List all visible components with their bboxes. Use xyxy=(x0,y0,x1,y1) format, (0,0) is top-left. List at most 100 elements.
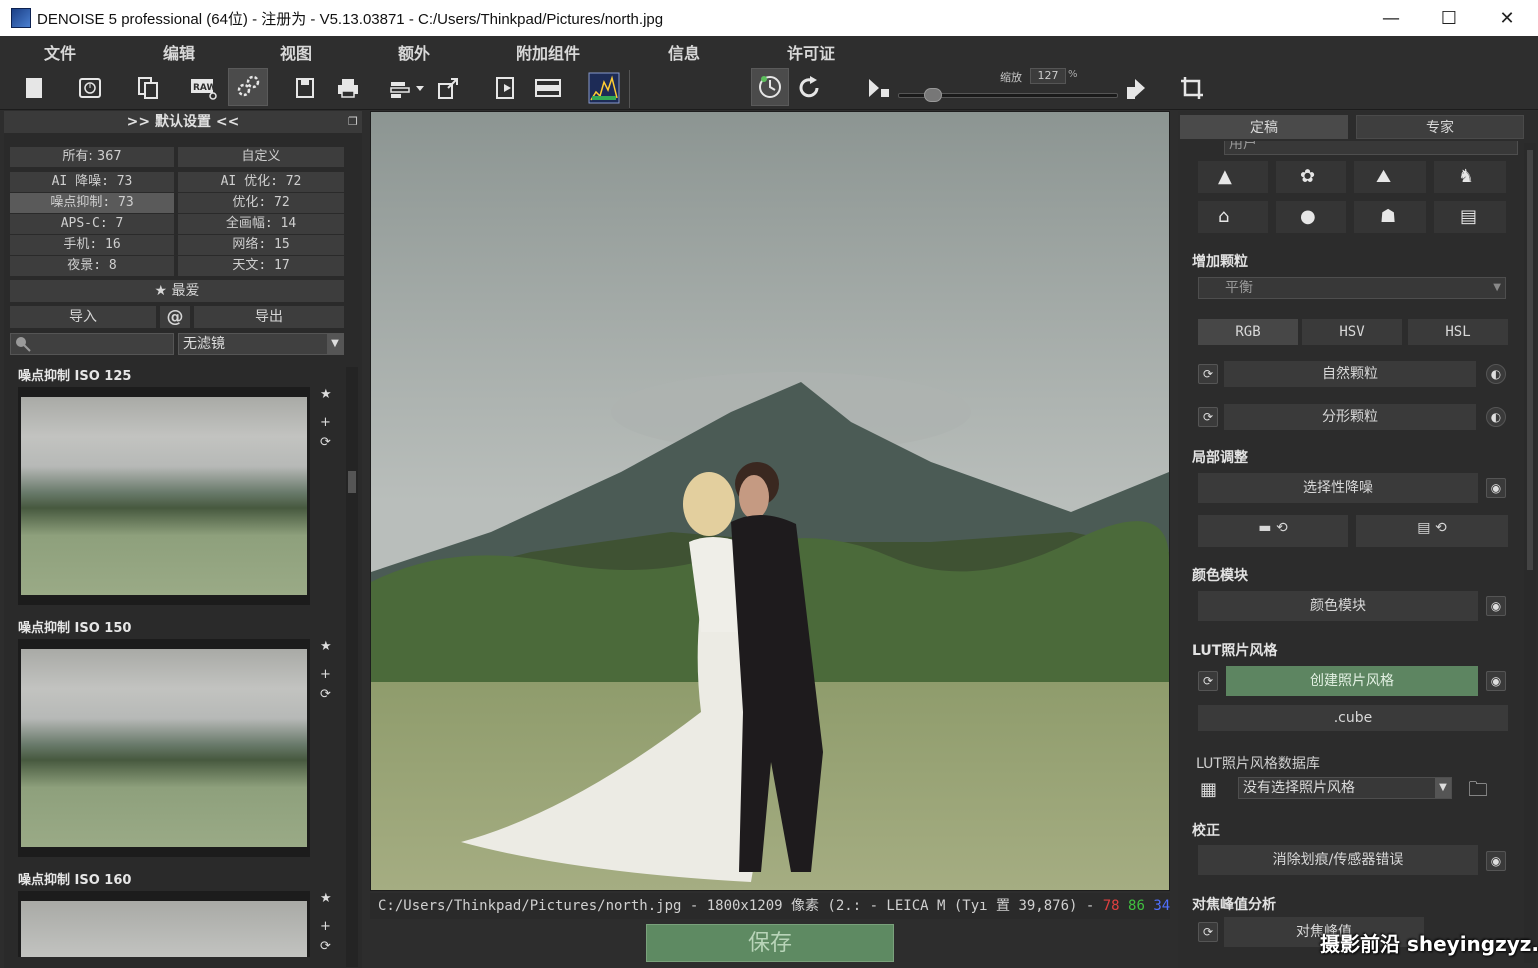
batch-icon[interactable] xyxy=(132,72,164,104)
category-night[interactable]: 夜景: 8 xyxy=(10,256,174,276)
save-as-icon[interactable] xyxy=(490,72,522,104)
menu-addons[interactable]: 附加组件 xyxy=(516,40,580,64)
image-viewer[interactable] xyxy=(370,111,1170,891)
reset-icon[interactable]: ⟳ xyxy=(1198,407,1218,427)
new-file-icon[interactable] xyxy=(18,72,50,104)
category-web[interactable]: 网络: 15 xyxy=(178,235,344,255)
refresh-icon[interactable]: ⟳ xyxy=(320,939,331,954)
tab-finalize[interactable]: 定稿 xyxy=(1180,115,1348,139)
histogram-icon[interactable] xyxy=(588,72,620,104)
category-aps-c[interactable]: APS-C: 7 xyxy=(10,214,174,234)
redo-icon[interactable] xyxy=(794,72,826,104)
settings-gear-icon[interactable] xyxy=(228,68,268,106)
grain-preset-select[interactable]: 平衡 ▼ xyxy=(1198,277,1506,299)
star-icon[interactable]: ★ xyxy=(320,639,332,654)
category-noise-suppression[interactable]: 噪点抑制: 73 xyxy=(10,193,174,213)
toggle-icon[interactable]: ◐ xyxy=(1486,407,1506,427)
category-full-frame[interactable]: 全画幅: 14 xyxy=(178,214,344,234)
create-style-button[interactable]: 创建照片风格 xyxy=(1226,666,1478,696)
preset-search-input[interactable] xyxy=(10,333,174,355)
folder-icon[interactable]: 🗀 xyxy=(1468,775,1488,809)
settings-icon[interactable]: ◉ xyxy=(1486,478,1506,498)
fractal-grain-button[interactable]: 分形颗粒 xyxy=(1224,404,1476,430)
menu-license[interactable]: 许可证 xyxy=(787,40,835,64)
grain-mode-hsl[interactable]: HSL xyxy=(1408,319,1508,345)
add-icon[interactable]: + xyxy=(320,919,331,934)
history-icon[interactable] xyxy=(74,72,106,104)
gradient-left-button[interactable]: ▬ ⟲ xyxy=(1198,515,1348,547)
zoom-out-icon[interactable] xyxy=(862,72,894,104)
toggle-icon[interactable]: ◐ xyxy=(1486,364,1506,384)
category-optimize[interactable]: 优化: 72 xyxy=(178,193,344,213)
adjustment-scrollbar-thumb[interactable] xyxy=(1527,150,1533,570)
add-icon[interactable]: + xyxy=(320,667,331,682)
zoom-slider-thumb[interactable] xyxy=(924,88,942,102)
settings-icon[interactable]: ◉ xyxy=(1486,851,1506,871)
preset-thumbnail[interactable] xyxy=(18,891,310,957)
preset-mountain-button[interactable]: ⛰ xyxy=(1354,161,1426,193)
menu-view[interactable]: 视图 xyxy=(280,40,312,64)
import-button[interactable]: 导入 xyxy=(10,306,156,328)
color-module-button[interactable]: 颜色模块 xyxy=(1198,591,1478,621)
refresh-icon[interactable]: ⟳ xyxy=(320,435,331,450)
settings-icon[interactable]: ◉ xyxy=(1486,596,1506,616)
compare-icon[interactable] xyxy=(532,72,564,104)
reset-icon[interactable]: ⟳ xyxy=(1198,922,1218,942)
grain-mode-rgb[interactable]: RGB xyxy=(1198,319,1298,345)
grid-icon[interactable]: ▦ xyxy=(1200,779,1217,800)
preset-header[interactable]: >> 默认设置 << xyxy=(4,111,362,133)
preview-toggle-icon[interactable] xyxy=(751,68,789,106)
close-button[interactable]: ✕ xyxy=(1478,0,1536,36)
reset-icon[interactable]: ⟳ xyxy=(1198,671,1218,691)
tab-expert[interactable]: 专家 xyxy=(1356,115,1524,139)
save-button[interactable]: 保存 xyxy=(646,924,894,962)
raw-icon[interactable]: RAW xyxy=(188,72,220,104)
category-ai-optimize[interactable]: AI 优化: 72 xyxy=(178,172,344,192)
zoom-in-icon[interactable] xyxy=(1122,72,1154,104)
preset-animal-button[interactable]: ♞ xyxy=(1434,161,1506,193)
crop-rotate-icon[interactable] xyxy=(1176,72,1208,104)
maximize-button[interactable]: ☐ xyxy=(1420,0,1478,36)
favorites-button[interactable]: ★ 最爱 xyxy=(10,280,344,302)
lut-database-select[interactable]: 没有选择照片风格 ▼ xyxy=(1238,777,1452,799)
preset-scrollbar[interactable] xyxy=(346,367,358,967)
preset-landscape-button[interactable]: ▲ xyxy=(1198,161,1268,193)
filter-select[interactable]: 无滤镜 ▼ xyxy=(178,333,344,355)
preset-macro-button[interactable]: ✿ xyxy=(1276,161,1346,193)
preset-light-button[interactable]: ● xyxy=(1276,201,1346,233)
remove-scratches-button[interactable]: 消除划痕/传感器错误 xyxy=(1198,845,1478,875)
star-icon[interactable]: ★ xyxy=(320,387,332,402)
settings-icon[interactable]: ◉ xyxy=(1486,671,1506,691)
category-custom[interactable]: 自定义 xyxy=(178,147,344,167)
preset-scrollbar-thumb[interactable] xyxy=(348,471,356,493)
preset-document-button[interactable]: ▤ xyxy=(1434,201,1506,233)
grain-type-select[interactable]: 用户 xyxy=(1224,141,1518,155)
grain-mode-hsv[interactable]: HSV xyxy=(1302,319,1402,345)
undock-icon[interactable]: ❐ xyxy=(348,115,358,128)
preset-architecture-button[interactable]: ⌂ xyxy=(1198,201,1268,233)
category-all[interactable]: 所有: 367 xyxy=(10,147,174,167)
reset-icon[interactable]: ⟳ xyxy=(1198,364,1218,384)
export-button[interactable]: 导出 xyxy=(194,306,344,328)
save-icon[interactable] xyxy=(289,72,321,104)
export-menu-icon[interactable] xyxy=(386,72,426,104)
minimize-button[interactable]: — xyxy=(1362,0,1420,36)
share-icon[interactable] xyxy=(432,72,464,104)
zoom-value-input[interactable]: 127 xyxy=(1030,68,1066,84)
preset-thumbnail[interactable] xyxy=(18,387,310,605)
gradient-right-button[interactable]: ▤ ⟲ xyxy=(1356,515,1508,547)
category-phone[interactable]: 手机: 16 xyxy=(10,235,174,255)
selective-denoise-button[interactable]: 选择性降噪 xyxy=(1198,473,1478,503)
preset-thumbnail[interactable] xyxy=(18,639,310,857)
category-astro[interactable]: 天文: 17 xyxy=(178,256,344,276)
at-button[interactable]: @ xyxy=(160,306,190,328)
menu-info[interactable]: 信息 xyxy=(668,40,700,64)
add-icon[interactable]: + xyxy=(320,415,331,430)
refresh-icon[interactable]: ⟳ xyxy=(320,687,331,702)
menu-file[interactable]: 文件 xyxy=(44,40,76,64)
print-icon[interactable] xyxy=(332,72,364,104)
menu-extra[interactable]: 额外 xyxy=(398,40,430,64)
star-icon[interactable]: ★ xyxy=(320,891,332,906)
category-ai-denoise[interactable]: AI 降噪: 73 xyxy=(10,172,174,192)
natural-grain-button[interactable]: 自然颗粒 xyxy=(1224,361,1476,387)
